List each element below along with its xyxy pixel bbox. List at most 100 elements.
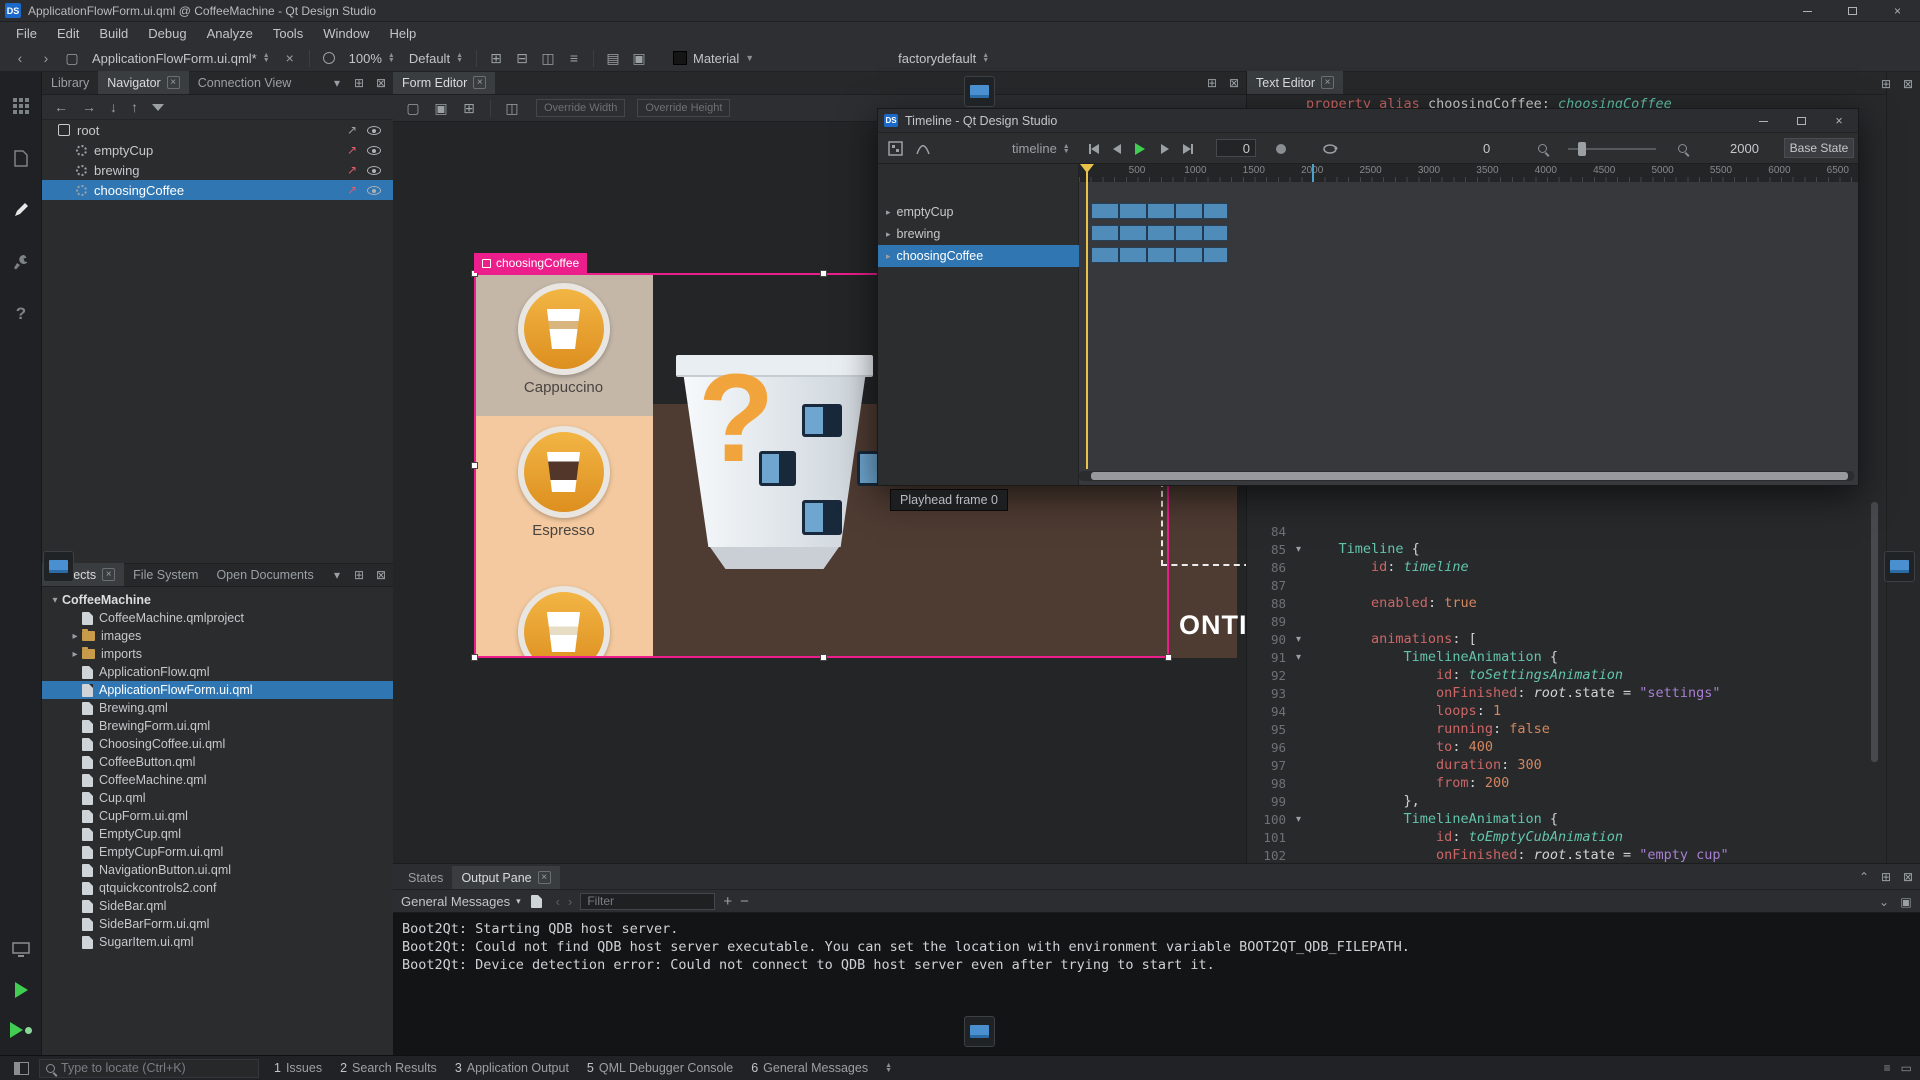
expand-arrow-icon[interactable]: ▸ bbox=[68, 631, 82, 642]
timeline-ruler[interactable]: 5001000150020002500300035004000450050005… bbox=[1079, 164, 1858, 182]
split-pane-icon[interactable]: ⊞ bbox=[1878, 869, 1894, 885]
override-height-field[interactable]: Override Height bbox=[637, 99, 730, 117]
tab-open-documents[interactable]: Open Documents bbox=[207, 563, 322, 586]
timeline-titlebar[interactable]: DS Timeline - Qt Design Studio × bbox=[878, 109, 1858, 133]
project-item-images[interactable]: ▸images bbox=[42, 627, 393, 645]
next-frame-icon[interactable] bbox=[1154, 133, 1176, 164]
split-pane-icon[interactable]: ⊞ bbox=[1204, 75, 1220, 91]
visibility-eye-icon[interactable] bbox=[367, 146, 381, 155]
back-icon[interactable]: ‹ bbox=[8, 48, 32, 69]
bookmark-icon[interactable]: ▢ bbox=[60, 48, 84, 69]
prev-item-icon[interactable]: ‹ bbox=[556, 894, 560, 909]
output-pane-button-search-results[interactable]: 2Search Results bbox=[331, 1058, 446, 1078]
grid-view-icon[interactable]: ▤ bbox=[601, 48, 625, 69]
output-pane-button-general-messages[interactable]: 6General Messages bbox=[742, 1058, 877, 1078]
timeline-zoom-slider[interactable] bbox=[1568, 133, 1656, 164]
export-icon[interactable]: ⊞ bbox=[484, 48, 508, 69]
tab-connection-view[interactable]: Connection View bbox=[189, 71, 301, 94]
move-up-icon[interactable]: ↑ bbox=[131, 99, 138, 115]
tab-form-editor[interactable]: Form Editor× bbox=[393, 72, 495, 94]
close-pane-icon[interactable]: ⊠ bbox=[373, 75, 389, 91]
filter-input[interactable] bbox=[580, 893, 715, 910]
alias-export-icon[interactable]: ↗ bbox=[347, 163, 357, 177]
timeline-lanes[interactable] bbox=[1079, 182, 1858, 485]
menu-item-help[interactable]: Help bbox=[379, 23, 426, 44]
previous-frame-icon[interactable] bbox=[1106, 133, 1128, 164]
timeline-track-brewing[interactable]: ▸brewing bbox=[878, 223, 1079, 245]
no-snapping-icon[interactable]: ▢ bbox=[401, 98, 425, 119]
split-pane-icon[interactable]: ⊞ bbox=[351, 567, 367, 583]
visibility-eye-icon[interactable] bbox=[367, 166, 381, 175]
project-item-Cup.qml[interactable]: Cup.qml bbox=[42, 789, 393, 807]
maximize-pane-icon[interactable]: ⌃ bbox=[1856, 869, 1872, 885]
close-pane-icon[interactable]: ⊠ bbox=[1900, 869, 1916, 885]
editor-scrollbar[interactable] bbox=[1871, 502, 1878, 762]
tab-file-system[interactable]: File System bbox=[124, 563, 207, 586]
base-state-button[interactable]: Base State bbox=[1784, 138, 1854, 158]
keyframe-bar-choosingCoffee[interactable] bbox=[1091, 247, 1228, 263]
menu-item-window[interactable]: Window bbox=[313, 23, 379, 44]
project-item-CoffeeMachine.qmlproject[interactable]: CoffeeMachine.qmlproject bbox=[42, 609, 393, 627]
project-item-ApplicationFlowForm.ui.qml[interactable]: ApplicationFlowForm.ui.qml bbox=[42, 681, 393, 699]
close-pane-icon[interactable]: ⊠ bbox=[373, 567, 389, 583]
welcome-file-icon[interactable] bbox=[0, 138, 42, 178]
expand-arrow-icon[interactable]: ▸ bbox=[886, 207, 891, 218]
toggle-sidebar-icon[interactable] bbox=[14, 1062, 29, 1075]
alias-export-icon[interactable]: ↗ bbox=[347, 123, 357, 137]
keyframe-bar-emptyCup[interactable] bbox=[1091, 203, 1228, 219]
components-grid-icon[interactable] bbox=[0, 86, 42, 126]
tab-text-editor[interactable]: Text Editor× bbox=[1247, 71, 1343, 94]
kit-monitor-icon[interactable] bbox=[0, 930, 42, 970]
style-selector[interactable]: Default ▲▼ bbox=[403, 48, 469, 69]
screen-icon[interactable]: ▭ bbox=[1901, 1061, 1912, 1075]
project-item-CoffeeButton.qml[interactable]: CoffeeButton.qml bbox=[42, 753, 393, 771]
next-item-icon[interactable]: › bbox=[568, 894, 572, 909]
tab-states[interactable]: States bbox=[399, 866, 452, 889]
navigator-item-emptyCup[interactable]: emptyCup↗ bbox=[42, 140, 393, 160]
resize-handle[interactable] bbox=[471, 462, 478, 469]
output-pane-button-issues[interactable]: 1Issues bbox=[265, 1058, 331, 1078]
pin-icon[interactable]: ▣ bbox=[1898, 894, 1914, 910]
pane-nav-arrows-icon[interactable]: ▲▼ bbox=[885, 1063, 892, 1073]
resize-handle[interactable] bbox=[820, 270, 827, 277]
project-item-NavigationButton.ui.qml[interactable]: NavigationButton.ui.qml bbox=[42, 861, 393, 879]
close-tab-icon[interactable]: × bbox=[102, 568, 115, 581]
visibility-eye-icon[interactable] bbox=[367, 126, 381, 135]
split-pane-icon[interactable]: ⊞ bbox=[1878, 76, 1894, 92]
pane-menu-icon[interactable]: ▾ bbox=[329, 567, 345, 583]
list-view-icon[interactable]: ▣ bbox=[627, 48, 651, 69]
maximize-icon[interactable] bbox=[1782, 109, 1820, 133]
expand-arrow-icon[interactable]: ▸ bbox=[886, 229, 891, 240]
easing-curve-icon[interactable] bbox=[916, 133, 930, 164]
filter-icon[interactable] bbox=[152, 104, 164, 111]
navigator-item-root[interactable]: root↗ bbox=[42, 120, 393, 140]
menu-item-analyze[interactable]: Analyze bbox=[197, 23, 263, 44]
output-pane-button-qml-debugger-console[interactable]: 5QML Debugger Console bbox=[578, 1058, 742, 1078]
project-item-SideBar.qml[interactable]: SideBar.qml bbox=[42, 897, 393, 915]
split-pane-icon[interactable]: ⊞ bbox=[351, 75, 367, 91]
expand-arrow-icon[interactable]: ▸ bbox=[68, 649, 82, 660]
to-start-icon[interactable] bbox=[1083, 133, 1105, 164]
play-icon[interactable] bbox=[1129, 133, 1151, 164]
close-pane-icon[interactable]: ⊠ bbox=[1900, 76, 1916, 92]
project-item-BrewingForm.ui.qml[interactable]: BrewingForm.ui.qml bbox=[42, 717, 393, 735]
console-output[interactable]: Boot2Qt: Starting QDB host server.Boot2Q… bbox=[393, 913, 1920, 1055]
timeline-selector[interactable]: timeline ▲▼ bbox=[1006, 133, 1076, 164]
alias-export-icon[interactable]: ↗ bbox=[347, 143, 357, 157]
lines-icon[interactable]: ≡ bbox=[562, 48, 586, 69]
tools-wrench-icon[interactable] bbox=[0, 242, 42, 282]
timeline-scrollbar[interactable] bbox=[1091, 472, 1848, 480]
navigator-item-choosingCoffee[interactable]: choosingCoffee↗ bbox=[42, 180, 393, 200]
project-item-SideBarForm.ui.qml[interactable]: SideBarForm.ui.qml bbox=[42, 915, 393, 933]
progress-icon[interactable]: ≡ bbox=[1884, 1061, 1891, 1075]
locator-input[interactable]: Type to locate (Ctrl+K) bbox=[39, 1059, 259, 1078]
move-down-icon[interactable]: ↓ bbox=[110, 99, 117, 115]
pane-menu-icon[interactable]: ▾ bbox=[329, 75, 345, 91]
tab-output-pane[interactable]: Output Pane× bbox=[452, 866, 559, 889]
project-item-SugarItem.ui.qml[interactable]: SugarItem.ui.qml bbox=[42, 933, 393, 951]
tab-navigator[interactable]: Navigator× bbox=[98, 71, 189, 94]
project-item-EmptyCup.qml[interactable]: EmptyCup.qml bbox=[42, 825, 393, 843]
close-tab-icon[interactable]: × bbox=[473, 76, 486, 89]
output-pane-button-application-output[interactable]: 3Application Output bbox=[446, 1058, 578, 1078]
resize-handle[interactable] bbox=[820, 654, 827, 661]
